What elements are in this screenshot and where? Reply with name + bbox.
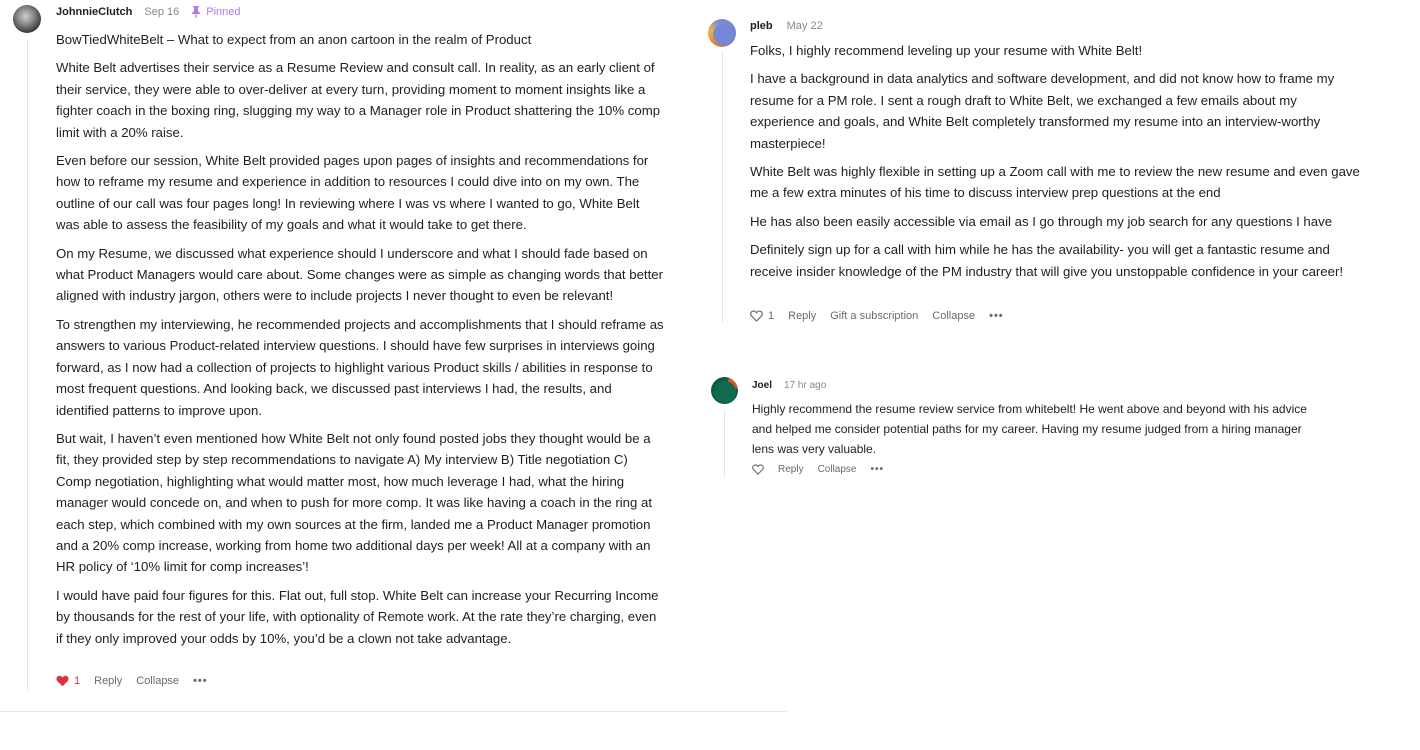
comment-paragraph: I have a background in data analytics an… [750, 71, 1335, 151]
comment-paragraph: White Belt advertises their service as a… [56, 60, 661, 140]
reply-button[interactable]: Reply [788, 310, 816, 322]
comment-header: JohnnieClutch Sep 16 Pinned [56, 6, 241, 18]
comment-joel: Joel 17 hr ago Highly recommend the resu… [700, 370, 1420, 490]
comment-actions: 1 Reply Collapse ••• [56, 675, 222, 687]
pinned-label: Pinned [206, 6, 241, 18]
thread-line[interactable] [722, 52, 723, 322]
heart-icon [56, 675, 69, 687]
like-button[interactable] [752, 464, 764, 475]
author-name[interactable]: pleb [750, 20, 773, 32]
comment-paragraph: Definitely sign up for a call with him w… [750, 242, 1344, 279]
collapse-button[interactable]: Collapse [932, 310, 975, 322]
collapse-button[interactable]: Collapse [818, 464, 857, 475]
comment-johnnieclutch: JohnnieClutch Sep 16 Pinned BowTiedWhite… [0, 0, 700, 710]
comment-actions: 1 Reply Gift a subscription Collapse ••• [750, 310, 1018, 322]
like-count: 1 [74, 675, 81, 687]
comment-paragraph: I would have paid four figures for this.… [56, 587, 659, 646]
comment-body: Highly recommend the resume review servi… [752, 399, 1322, 459]
like-button[interactable]: 1 [56, 675, 80, 687]
author-name[interactable]: JohnnieClutch [56, 6, 132, 18]
pinned-badge: Pinned [191, 6, 241, 18]
comment-header: Joel 17 hr ago [752, 380, 826, 391]
avatar[interactable] [708, 19, 736, 47]
like-count: 1 [768, 310, 775, 322]
comment-paragraph: He has also been easily accessible via e… [750, 213, 1333, 229]
comment-body: Folks, I highly recommend leveling up yo… [750, 40, 1360, 289]
like-button[interactable]: 1 [750, 310, 774, 322]
collapse-button[interactable]: Collapse [136, 675, 179, 687]
comment-paragraph: Even before our session, White Belt prov… [56, 153, 649, 233]
comment-date[interactable]: 17 hr ago [784, 380, 826, 391]
reply-button[interactable]: Reply [778, 464, 804, 475]
comment-paragraph: Folks, I highly recommend leveling up yo… [750, 43, 1143, 58]
comment-body: BowTiedWhiteBelt – What to expect from a… [56, 29, 666, 656]
comment-paragraph: On my Resume, we discussed what experien… [56, 245, 663, 304]
comment-paragraph: Highly recommend the resume review servi… [752, 402, 1307, 456]
more-icon[interactable]: ••• [989, 310, 1004, 322]
reply-button[interactable]: Reply [94, 675, 122, 687]
comment-paragraph: To strengthen my interviewing, he recomm… [56, 316, 664, 418]
avatar[interactable] [711, 377, 738, 404]
comment-paragraph: White Belt was highly flexible in settin… [750, 164, 1360, 201]
thread-line[interactable] [724, 410, 725, 476]
avatar[interactable] [13, 5, 41, 33]
comment-date[interactable]: Sep 16 [144, 6, 179, 18]
author-name[interactable]: Joel [752, 380, 772, 391]
heart-icon [752, 464, 764, 475]
comment-paragraph: But wait, I haven’t even mentioned how W… [56, 430, 652, 575]
divider [0, 711, 787, 712]
more-icon[interactable]: ••• [193, 675, 208, 687]
pin-icon [192, 6, 201, 18]
heart-icon [750, 310, 763, 322]
thread-line[interactable] [27, 40, 28, 690]
comment-header: pleb May 22 [750, 20, 823, 32]
comment-date[interactable]: May 22 [787, 20, 823, 32]
comment-pleb: pleb May 22 Folks, I highly recommend le… [700, 0, 1420, 340]
more-icon[interactable]: ••• [871, 464, 885, 475]
gift-subscription-button[interactable]: Gift a subscription [830, 310, 918, 322]
comment-paragraph: BowTiedWhiteBelt – What to expect from a… [56, 32, 532, 47]
comment-actions: Reply Collapse ••• [752, 464, 898, 475]
